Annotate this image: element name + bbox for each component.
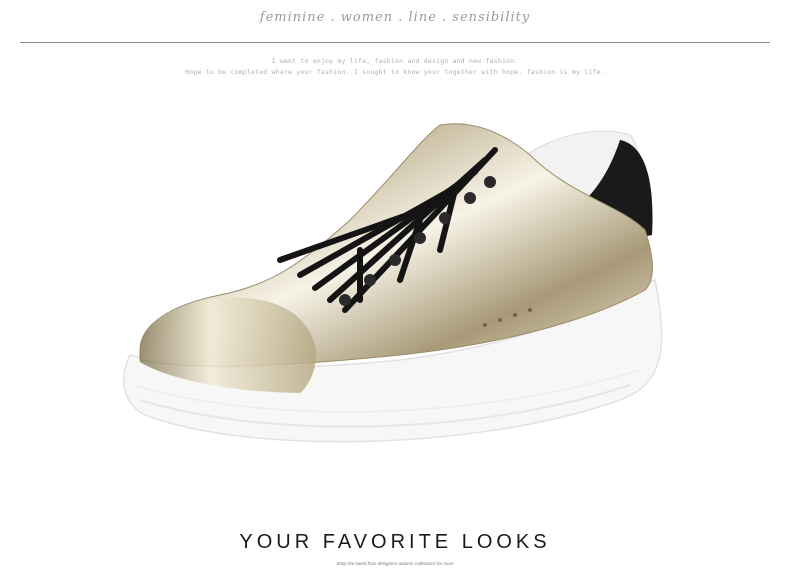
divider-line — [20, 42, 770, 43]
subtitle-line-1: I want to enjoy my life, fashion and des… — [271, 57, 519, 65]
sneaker-image — [123, 123, 663, 443]
tagline: feminine . women . line . sensibility — [259, 10, 531, 25]
headline: YOUR FAVORITE LOOKS — [239, 531, 551, 553]
subtitle-line-2: Hope to be completed where your fashion.… — [185, 68, 605, 76]
caption: Shop the latest from designers autumn co… — [336, 561, 454, 566]
